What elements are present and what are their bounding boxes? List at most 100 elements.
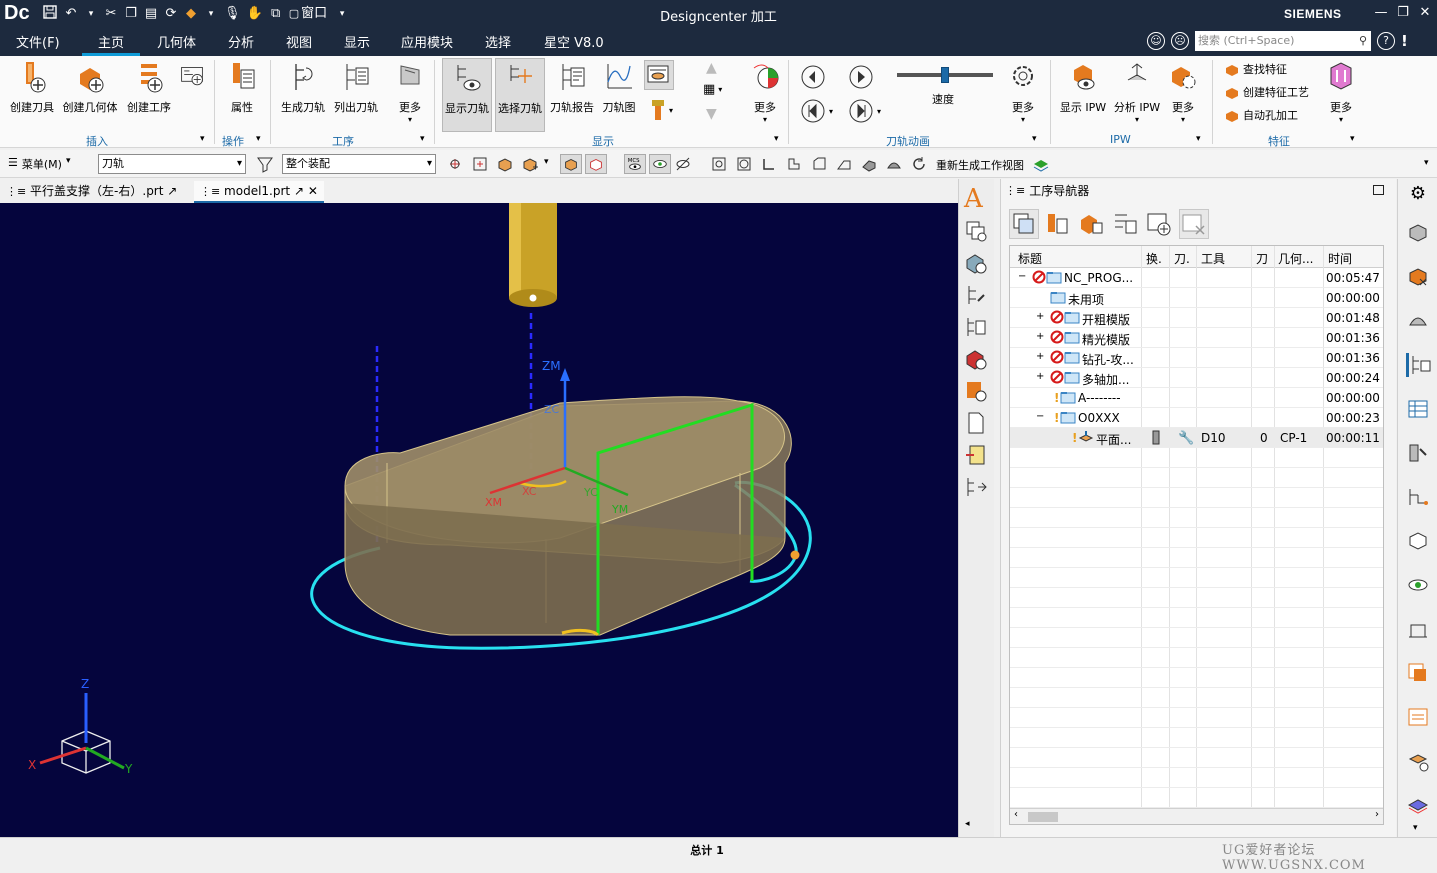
display-more-button[interactable]: 更多 ▾ [746, 60, 784, 124]
create-operation-button[interactable]: 创建工序 [124, 60, 174, 115]
view-solid-icon[interactable] [860, 155, 878, 173]
postprocess-icon[interactable] [964, 379, 988, 403]
reuse-library-icon[interactable] [1406, 485, 1430, 509]
generate-toolpath-button[interactable]: 生成刀轨 [280, 60, 326, 115]
mcs-display-icon[interactable]: MCS [624, 154, 646, 174]
analyze-ipw-button[interactable]: 分析 IPW ▾ [1112, 60, 1162, 124]
help-icon[interactable]: ? [1377, 32, 1395, 50]
machine-navigator-icon[interactable] [1406, 397, 1430, 421]
group-expand-icon[interactable]: ▾ [256, 134, 261, 144]
palette-icon[interactable] [1406, 793, 1430, 817]
tab-file[interactable]: 文件(F) [12, 32, 64, 51]
operation-row[interactable]: −! O0XXX 00:00:23 [1010, 408, 1383, 428]
tab-select[interactable]: 选择 [481, 32, 515, 51]
tab-xingkong[interactable]: 星空 V8.0 [540, 32, 608, 51]
frown-icon[interactable]: ☹ [1171, 32, 1189, 50]
speed-slider[interactable] [897, 67, 993, 83]
create-feature-process-button[interactable]: 创建特征工艺 [1224, 84, 1309, 100]
scroll-left-icon[interactable]: ‹ [1014, 809, 1018, 820]
refresh-icon[interactable] [910, 155, 928, 173]
settings-gear-icon[interactable]: ⚙ [1406, 183, 1430, 207]
scroll-right-icon[interactable]: › [1375, 809, 1379, 820]
operation-navigator-tab-icon[interactable] [1406, 353, 1431, 377]
close-icon[interactable]: ✕ [1414, 3, 1436, 23]
step-back-button[interactable] [800, 64, 826, 90]
auto-hole-machining-button[interactable]: 自动孔加工 [1224, 107, 1298, 123]
roles-icon[interactable] [1406, 705, 1430, 729]
tab-view[interactable]: 视图 [282, 32, 316, 51]
command-search-input[interactable]: 搜索 (Ctrl+Space) ⚲ [1195, 31, 1371, 51]
fast-forward-button[interactable]: ▾ [848, 98, 881, 124]
geometry-check-icon[interactable] [964, 251, 988, 275]
operation-row[interactable]: 未用项 00:00:00 [1010, 288, 1383, 308]
group-expand-icon[interactable]: ▾ [420, 134, 425, 144]
select-feature-icon[interactable] [446, 155, 464, 173]
method-view-button[interactable] [1111, 209, 1141, 239]
geometry-view-button[interactable] [1077, 209, 1107, 239]
display-toggle-button[interactable] [644, 60, 674, 90]
col-header-change[interactable]: 换. [1146, 250, 1162, 267]
create-program-button[interactable] [178, 60, 206, 99]
operation-row[interactable]: ! A-------- 00:00:00 [1010, 388, 1383, 408]
properties-button[interactable]: 属性 [222, 60, 262, 115]
sequence-icon[interactable] [964, 475, 988, 499]
delete-item-button[interactable] [1179, 209, 1209, 239]
group-expand-icon[interactable]: ▾ [1032, 134, 1037, 144]
assembly-navigator-icon[interactable] [1406, 265, 1430, 289]
show-toolpath-button[interactable]: 显示刀轨 [442, 58, 492, 132]
maximize-panel-icon[interactable] [1373, 185, 1384, 195]
tree-expander-icon[interactable]: + [1036, 351, 1044, 362]
col-header-path[interactable]: 刀. [1174, 250, 1190, 267]
visibility-icon[interactable] [1406, 573, 1430, 597]
feature-navigator-icon[interactable] [1406, 441, 1430, 465]
machine-tool-icon[interactable] [1406, 617, 1430, 641]
part-navigator-icon[interactable] [1406, 221, 1430, 245]
tree-expander-icon[interactable]: + [1036, 311, 1044, 322]
process-more-button[interactable]: 更多 ▾ [394, 60, 426, 124]
col-header-tool-number[interactable]: 刀 [1256, 250, 1268, 267]
collapse-arrow-icon[interactable]: ◂ [965, 819, 970, 829]
tab-app-modules[interactable]: 应用模块 [397, 32, 457, 51]
add-item-button[interactable] [1145, 209, 1175, 239]
doc-tab-parallel-cover[interactable]: ⋮≡ 平行盖支撑（左-右）.prt ↗ [0, 181, 183, 203]
group-expand-icon[interactable]: ▾ [1350, 134, 1355, 144]
operation-row[interactable]: + 开粗模版 00:01:48 [1010, 308, 1383, 328]
copy-settings-icon[interactable] [964, 219, 988, 243]
machine-tool-view-button[interactable] [1043, 209, 1073, 239]
view-circle-icon[interactable] [735, 155, 753, 173]
history-icon[interactable] [1406, 529, 1430, 553]
select-component-icon[interactable] [496, 155, 514, 173]
view-surface-icon[interactable] [885, 155, 903, 173]
select-face-icon[interactable] [521, 155, 539, 173]
arrow-down-icon[interactable]: ▼ [706, 106, 717, 122]
list-toolpath-button[interactable]: 列出刀轨 [332, 60, 380, 115]
scrollbar-thumb[interactable] [1028, 812, 1058, 822]
filter-icon[interactable] [256, 155, 274, 173]
tab-geometry[interactable]: 几何体 [153, 32, 200, 51]
operation-row[interactable]: + 精光模版 00:01:36 [1010, 328, 1383, 348]
tree-expander-icon[interactable]: + [1036, 331, 1044, 342]
scroll-down-icon[interactable]: ▾ [1413, 823, 1418, 833]
tab-home[interactable]: 主页 [94, 32, 128, 51]
toolpath-chart-button[interactable]: 刀轨图 [599, 60, 639, 115]
select-toolpath-button[interactable]: 选择刀轨 [495, 58, 545, 132]
tree-expander-icon[interactable]: − [1018, 271, 1026, 282]
operation-row[interactable]: ! 平面... 🔧 D10 0 CP-1 00:00:11 [1010, 428, 1383, 448]
operation-row[interactable]: − NC_PROG... 00:05:47 [1010, 268, 1383, 288]
group-expand-icon[interactable]: ▾ [1196, 134, 1201, 144]
regenerate-work-view-label[interactable]: 重新生成工作视图 [936, 157, 1024, 173]
type-filter-select[interactable]: 刀轨 [98, 154, 246, 174]
hide-icon[interactable] [674, 155, 692, 173]
shaded-mode-icon[interactable] [560, 154, 582, 174]
select-body-icon[interactable] [471, 155, 489, 173]
view-slope-icon[interactable] [835, 155, 853, 173]
system-materials-icon[interactable] [1406, 749, 1430, 773]
restore-icon[interactable]: ❐ [1392, 3, 1414, 23]
col-header-title[interactable]: 标题 [1018, 250, 1042, 267]
document-icon[interactable] [964, 411, 988, 435]
selection-scope-select[interactable]: 整个装配 [282, 154, 436, 174]
toolpath-report-button[interactable]: 刀轨报告 [549, 60, 595, 115]
toolbar-overflow-icon[interactable]: ▾ [1424, 158, 1429, 168]
tab-display[interactable]: 显示 [340, 32, 374, 51]
wireframe-mode-icon[interactable] [585, 154, 607, 174]
